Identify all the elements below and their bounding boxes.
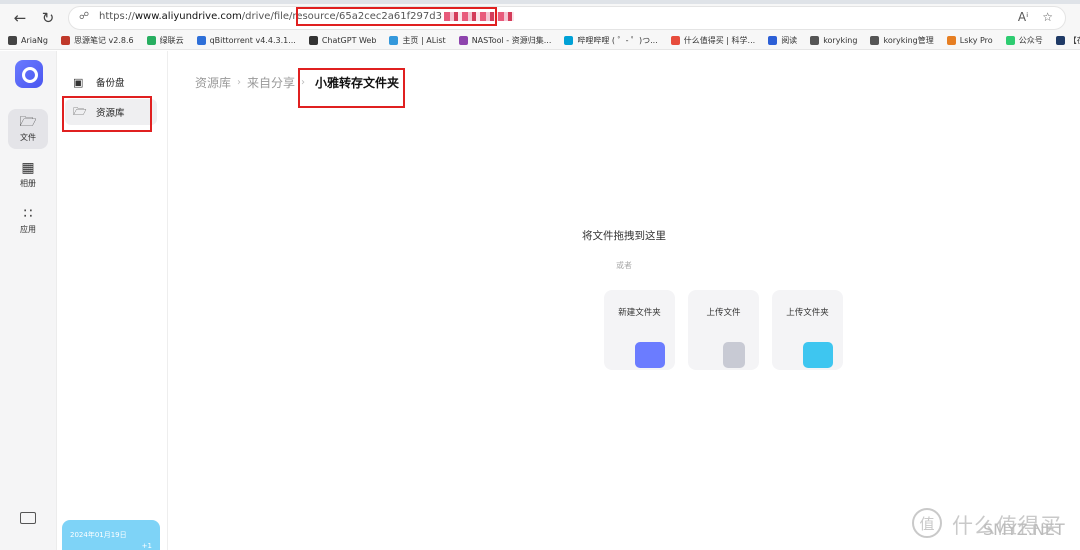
card-label: 上传文件 xyxy=(706,308,741,318)
refresh-button[interactable]: ↻ xyxy=(38,8,58,28)
apps-icon: ∷ xyxy=(23,206,33,222)
aliyundrive-logo[interactable] xyxy=(15,60,43,88)
upload-file-icon xyxy=(723,342,745,368)
bookmark-label: 思源笔记 v2.8.6 xyxy=(73,36,134,45)
back-button[interactable]: ← xyxy=(10,8,30,28)
card-label: 上传文件夹 xyxy=(786,308,829,318)
bookmark-item[interactable]: 思源笔记 v2.8.6 xyxy=(60,35,134,46)
refresh-icon: ↻ xyxy=(41,9,55,27)
rail-item-label: 应用 xyxy=(20,225,36,234)
folder-icon: 🗁 xyxy=(19,114,37,130)
drop-zone-title: 将文件拖拽到这里 xyxy=(582,230,666,242)
image-icon: ▦ xyxy=(21,160,35,176)
backup-drive-icon: ▣ xyxy=(73,75,84,89)
new-folder-icon xyxy=(635,342,665,368)
card-label: 新建文件夹 xyxy=(618,308,661,318)
rail-item-label: 文件 xyxy=(20,133,36,142)
rail-item-files[interactable]: 🗁 文件 xyxy=(8,109,48,149)
arrow-left-icon: ← xyxy=(13,9,27,27)
upload-folder-icon xyxy=(803,342,833,368)
bookmark-favicon-icon xyxy=(60,36,70,45)
bookmark-favicon-icon xyxy=(8,36,17,45)
bookmark-label: AriaNg xyxy=(21,36,48,45)
watermark-logo: 值 xyxy=(912,508,942,538)
date-card[interactable]: 2024年01月19日 +1 xyxy=(62,520,160,550)
date-card-date: 2024年01月19日 xyxy=(70,531,127,539)
upload-folder-button[interactable]: 上传文件夹 xyxy=(772,290,843,370)
lock-icon: ☍ xyxy=(79,11,90,22)
sidebar-item-backup[interactable]: ▣ 备份盘 xyxy=(65,69,157,95)
watermark-logo-char: 值 xyxy=(919,514,935,533)
sidebar-highlight-box xyxy=(62,96,152,132)
new-folder-button[interactable]: 新建文件夹 xyxy=(604,290,675,370)
rail-item-album[interactable]: ▦ 相册 xyxy=(8,155,48,195)
sidebar-item-label: 备份盘 xyxy=(96,78,125,89)
device-icon[interactable] xyxy=(20,512,36,524)
rail-item-apps[interactable]: ∷ 应用 xyxy=(8,201,48,241)
drop-zone[interactable]: 将文件拖拽到这里 或者 新建文件夹 上传文件 上传文件夹 xyxy=(168,0,1080,550)
upload-file-button[interactable]: 上传文件 xyxy=(688,290,759,370)
date-card-plus: +1 xyxy=(141,542,152,550)
drop-zone-or: 或者 xyxy=(616,261,632,270)
bookmark-favicon-icon xyxy=(146,36,156,45)
left-rail: 🗁 文件 ▦ 相册 ∷ 应用 xyxy=(0,51,57,550)
url-scheme: https:// xyxy=(99,11,135,22)
bookmark-item[interactable]: AriaNg xyxy=(8,36,48,45)
watermark-site: SMYZ.NET xyxy=(983,520,1065,539)
rail-item-label: 相册 xyxy=(20,179,36,188)
